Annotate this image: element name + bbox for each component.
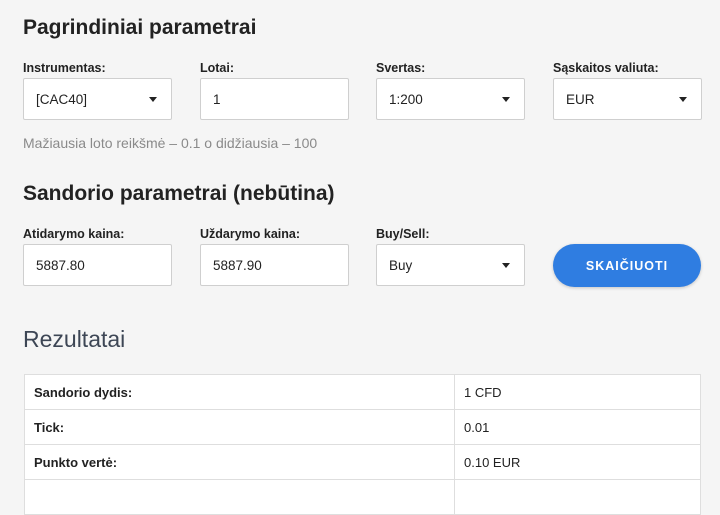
chevron-down-icon: [502, 96, 510, 102]
lots-hint: Mažiausia loto reikšmė – 0.1 o didžiausi…: [23, 135, 318, 151]
results-title: Rezultatai: [23, 326, 126, 352]
table-row: Punkto vertė: 0.10 EUR: [24, 444, 701, 480]
lots-input[interactable]: 1: [200, 78, 349, 120]
leverage-value: 1:200: [389, 91, 423, 107]
result-key: [24, 479, 455, 515]
lots-label: Lotai:: [200, 61, 235, 75]
open-price-value: 5887.80: [36, 257, 85, 273]
table-row: Sandorio dydis: 1 CFD: [24, 374, 701, 410]
chevron-down-icon: [502, 262, 510, 268]
leverage-label: Svertas:: [376, 61, 426, 75]
chevron-down-icon: [679, 96, 687, 102]
currency-label: Sąskaitos valiuta:: [553, 61, 659, 75]
leverage-select[interactable]: 1:200: [376, 78, 525, 120]
open-price-label: Atidarymo kaina:: [23, 227, 125, 241]
result-key: Tick:: [24, 409, 455, 445]
table-row: [24, 479, 701, 515]
trade-params-title: Sandorio parametrai (nebūtina): [23, 182, 335, 205]
open-price-input[interactable]: 5887.80: [23, 244, 172, 286]
calculate-button[interactable]: SKAIČIUOTI: [553, 244, 701, 287]
currency-value: EUR: [566, 91, 595, 107]
close-price-value: 5887.90: [213, 257, 262, 273]
instrument-label: Instrumentas:: [23, 61, 106, 75]
lots-value: 1: [213, 91, 221, 107]
result-key: Sandorio dydis:: [24, 374, 455, 410]
currency-select[interactable]: EUR: [553, 78, 702, 120]
direction-value: Buy: [389, 257, 413, 273]
close-price-label: Uždarymo kaina:: [200, 227, 301, 241]
results-table: Sandorio dydis: 1 CFD Tick: 0.01 Punkto …: [24, 374, 701, 515]
result-value: [454, 479, 701, 515]
table-row: Tick: 0.01: [24, 409, 701, 445]
close-price-input[interactable]: 5887.90: [200, 244, 349, 286]
instrument-value: [CAC40]: [36, 91, 88, 107]
result-key: Punkto vertė:: [24, 444, 455, 480]
instrument-select[interactable]: [CAC40]: [23, 78, 172, 120]
chevron-down-icon: [149, 96, 157, 102]
direction-select[interactable]: Buy: [376, 244, 525, 286]
result-value: 0.10 EUR: [454, 444, 701, 480]
result-value: 0.01: [454, 409, 701, 445]
result-value: 1 CFD: [454, 374, 701, 410]
basic-params-title: Pagrindiniai parametrai: [23, 16, 257, 39]
direction-label: Buy/Sell:: [376, 227, 430, 241]
